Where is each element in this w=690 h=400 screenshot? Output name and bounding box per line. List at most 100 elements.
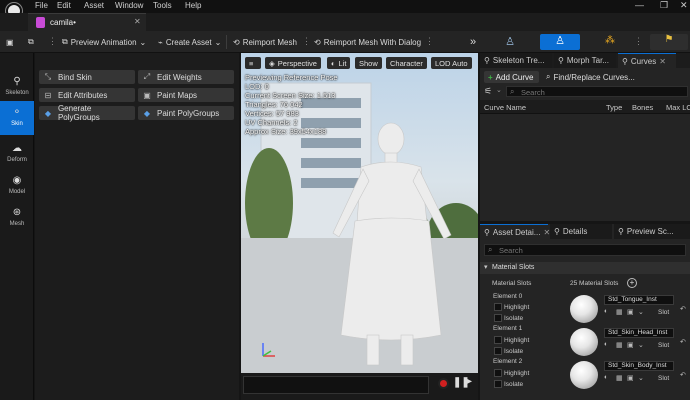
reset-arrow-icon[interactable]: ↶ bbox=[680, 338, 686, 346]
search-icon: ⌕ bbox=[546, 72, 551, 81]
menu-help[interactable]: Help bbox=[185, 1, 201, 10]
generate-polygroups-label: Generate PolyGroups bbox=[57, 104, 100, 122]
tab-preview-scene[interactable]: ⚲ Preview Sc... bbox=[614, 224, 690, 239]
step-forward-icon[interactable]: ▸ bbox=[467, 376, 472, 387]
find-icon[interactable]: ▣ bbox=[627, 341, 634, 349]
menu-tools[interactable]: Tools bbox=[153, 1, 172, 10]
record-icon[interactable] bbox=[438, 378, 449, 389]
tab-skeleton-tree[interactable]: ⚲ Skeleton Tre... bbox=[480, 53, 552, 68]
rail-item-label: Model bbox=[8, 189, 26, 195]
rail-item-skeleton[interactable]: ⚲ Skeleton bbox=[0, 70, 34, 104]
material-picker[interactable]: Std_Skin_Body_Inst bbox=[604, 361, 674, 371]
show-button[interactable]: Show bbox=[355, 57, 382, 69]
rail-item-mesh[interactable]: ⊛ Mesh bbox=[0, 201, 34, 235]
toolbar-more-icon[interactable]: ⋮ bbox=[48, 36, 57, 47]
preview-animation-button[interactable]: ⧉ Preview Animation ⌄ bbox=[62, 35, 146, 49]
lit-button[interactable]: ◐ Lit bbox=[327, 57, 351, 69]
skeleton-mode-icon[interactable]: ♙ bbox=[500, 35, 520, 49]
add-curve-button[interactable]: + Add Curve bbox=[484, 71, 539, 83]
browse-asset-icon[interactable]: ⧉ bbox=[28, 35, 34, 49]
filter-icon[interactable]: ⚟ bbox=[484, 86, 492, 97]
column-type[interactable]: Type bbox=[606, 103, 622, 112]
close-tab-icon[interactable]: ✕ bbox=[134, 17, 141, 26]
minimize-icon[interactable]: — bbox=[635, 0, 644, 10]
close-tab-icon[interactable]: ✕ bbox=[659, 57, 666, 66]
close-window-icon[interactable]: ✕ bbox=[680, 0, 688, 11]
document-tab[interactable]: camila• ✕ bbox=[28, 13, 146, 31]
reset-arrow-icon[interactable]: ↶ bbox=[680, 305, 686, 313]
rail-item-skin[interactable]: ⚬ Skin bbox=[0, 101, 34, 135]
curves-search-input[interactable]: ⌕ Search bbox=[506, 86, 688, 97]
browse-icon[interactable]: ◐ bbox=[604, 374, 608, 381]
paint-maps-button[interactable]: ▣ Paint Maps bbox=[138, 88, 234, 102]
blueprint-mode-icon[interactable]: ⁂ bbox=[600, 35, 620, 49]
column-max-lod[interactable]: Max LO bbox=[666, 103, 690, 112]
physics-mode-icon[interactable]: ⚑ bbox=[650, 34, 688, 50]
tab-label: Details bbox=[562, 227, 588, 236]
generate-polygroups-button[interactable]: ◆ Generate PolyGroups bbox=[39, 104, 135, 122]
use-selected-icon[interactable]: ▦ bbox=[616, 341, 623, 349]
dropdown-icon[interactable]: ⌄ bbox=[638, 341, 644, 349]
tab-label: Skeleton Tre... bbox=[492, 56, 545, 65]
use-selected-icon[interactable]: ▦ bbox=[616, 308, 623, 316]
material-picker[interactable]: Std_Skin_Head_Inst bbox=[604, 328, 674, 338]
material-picker[interactable]: Std_Tongue_Inst bbox=[604, 295, 674, 305]
character-button[interactable]: Character bbox=[386, 57, 427, 69]
reimport-dialog-more-icon[interactable]: ⋮ bbox=[425, 36, 434, 47]
maximize-icon[interactable]: ❐ bbox=[660, 0, 668, 11]
material-slots-section-header[interactable]: ▾ Material Slots bbox=[480, 262, 690, 274]
menu-edit[interactable]: Edit bbox=[57, 1, 71, 10]
create-asset-button[interactable]: ⌁ Create Asset ⌄ bbox=[158, 35, 221, 49]
dropdown-icon[interactable]: ⌄ bbox=[638, 374, 644, 382]
edit-attributes-button[interactable]: ⊟ Edit Attributes bbox=[39, 88, 135, 102]
highlight-checkbox[interactable] bbox=[494, 336, 502, 344]
search-placeholder: Search bbox=[499, 246, 523, 255]
reimport-mesh-with-dialog-button[interactable]: ⟲ Reimport Mesh With Dialog bbox=[314, 35, 421, 49]
tab-asset-details[interactable]: ⚲ Asset Detai... ✕ bbox=[480, 224, 550, 239]
paint-polygroups-button[interactable]: ◆ Paint PolyGroups bbox=[138, 106, 234, 120]
menu-file[interactable]: File bbox=[35, 1, 48, 10]
lod-button[interactable]: LOD Auto bbox=[431, 57, 472, 69]
material-thumbnail[interactable] bbox=[570, 295, 598, 323]
reimport-more-icon[interactable]: ⋮ bbox=[302, 36, 311, 47]
perspective-button[interactable]: ◈ Perspective bbox=[265, 57, 321, 69]
find-icon[interactable]: ▣ bbox=[627, 308, 634, 316]
viewport-options-button[interactable]: ≡ bbox=[245, 57, 261, 69]
material-thumbnail[interactable] bbox=[570, 361, 598, 389]
character-label: Character bbox=[390, 58, 423, 68]
find-replace-curves-button[interactable]: ⌕ Find/Replace Curves... bbox=[546, 71, 635, 83]
tab-morph-targets[interactable]: ⚲ Morph Tar... bbox=[554, 53, 616, 68]
edit-weights-button[interactable]: ⤢ Edit Weights bbox=[138, 70, 234, 84]
highlight-checkbox[interactable] bbox=[494, 303, 502, 311]
reimport-mesh-button[interactable]: ⟲ Reimport Mesh bbox=[233, 35, 297, 49]
menu-asset[interactable]: Asset bbox=[84, 1, 104, 10]
browse-icon[interactable]: ◐ bbox=[604, 308, 608, 315]
mode-more-icon[interactable]: ⋮ bbox=[634, 36, 643, 47]
isolate-checkbox[interactable] bbox=[494, 314, 502, 322]
material-thumbnail[interactable] bbox=[570, 328, 598, 356]
column-bones[interactable]: Bones bbox=[632, 103, 653, 112]
find-icon[interactable]: ▣ bbox=[627, 374, 634, 382]
timeline-scrubber[interactable] bbox=[243, 376, 429, 394]
column-curve-name[interactable]: Curve Name bbox=[484, 103, 526, 112]
menu-window[interactable]: Window bbox=[115, 1, 143, 10]
dropdown-icon[interactable]: ⌄ bbox=[638, 308, 644, 316]
highlight-checkbox[interactable] bbox=[494, 369, 502, 377]
save-icon[interactable]: ▣ bbox=[6, 35, 14, 49]
rail-item-deform[interactable]: ☁ Deform bbox=[0, 137, 34, 171]
add-material-slot-icon[interactable]: + bbox=[627, 278, 637, 288]
browse-icon[interactable]: ◐ bbox=[604, 341, 608, 348]
details-search-input[interactable]: ⌕ Search bbox=[484, 244, 686, 256]
isolate-checkbox[interactable] bbox=[494, 347, 502, 355]
tab-details[interactable]: ⚲ Details bbox=[550, 224, 612, 239]
tab-curves[interactable]: ⚲ Curves ✕ bbox=[618, 53, 676, 68]
preview-viewport[interactable]: ≡ ◈ Perspective ◐ Lit Show Character LOD… bbox=[241, 53, 478, 373]
expand-toolbar-icon[interactable]: » bbox=[470, 35, 476, 49]
mesh-mode-icon[interactable]: ♙ bbox=[540, 34, 580, 50]
reset-arrow-icon[interactable]: ↶ bbox=[680, 371, 686, 379]
rail-item-model[interactable]: ◉ Model bbox=[0, 169, 34, 203]
use-selected-icon[interactable]: ▦ bbox=[616, 374, 623, 382]
isolate-checkbox[interactable] bbox=[494, 380, 502, 388]
chevron-down-icon[interactable]: ⌄ bbox=[496, 86, 502, 94]
bind-skin-button[interactable]: ⤡ Bind Skin bbox=[39, 70, 135, 84]
